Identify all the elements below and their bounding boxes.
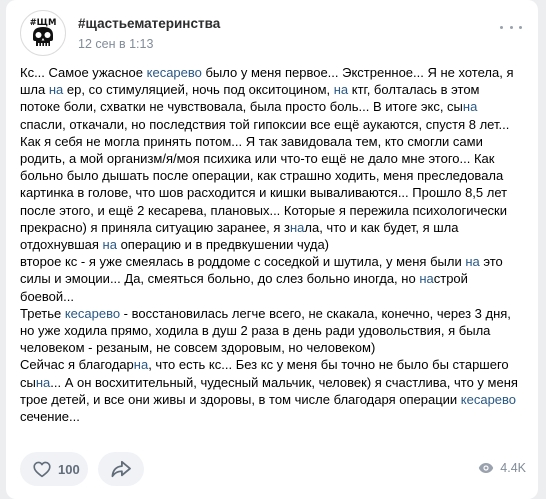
heart-icon — [33, 461, 51, 478]
highlighted-match: на — [333, 82, 349, 98]
eye-icon — [479, 463, 494, 473]
highlighted-match: на — [462, 99, 478, 115]
text-segment: Третье — [20, 305, 65, 321]
text-segment: Сейчас я благодар — [20, 357, 134, 373]
text-segment: спасли, откачали, но последствия той гип… — [20, 116, 510, 235]
post-card: #ЩМ #щастьематеринства 12 сен в 1:13 Кс.… — [6, 0, 538, 499]
highlighted-match: кесарево — [64, 305, 121, 321]
like-button[interactable]: 100 — [20, 452, 88, 486]
post-header: #ЩМ #щастьематеринства 12 сен в 1:13 — [20, 10, 528, 58]
share-button[interactable] — [98, 452, 144, 486]
skull-logo-icon[interactable]: #ЩМ — [20, 10, 66, 56]
post-date[interactable]: 12 сен в 1:13 — [78, 37, 153, 51]
logo-lettering: #ЩМ — [30, 18, 57, 28]
post-footer: 100 4.4K — [20, 452, 528, 488]
more-horizontal-icon[interactable] — [500, 18, 522, 36]
post-paragraph: Кс... Самое ужасное кесарево было у меня… — [20, 64, 522, 253]
highlighted-match: на — [102, 237, 117, 253]
author-name[interactable]: #щастьематеринства — [78, 16, 220, 31]
views-counter: 4.4K — [478, 461, 526, 475]
highlighted-match: на — [48, 82, 64, 98]
views-count: 4.4K — [500, 461, 526, 475]
highlighted-match: на — [35, 374, 51, 390]
text-segment: ... А он восхитительный, чудесный мальчи… — [20, 374, 518, 407]
highlighted-match: на — [289, 219, 305, 235]
highlighted-match: кесарево — [460, 391, 517, 407]
share-arrow-icon — [111, 460, 131, 478]
highlighted-match: на — [465, 254, 480, 270]
post-text: Кс... Самое ужасное кесарево было у меня… — [20, 64, 522, 425]
text-segment: ер, со стимуляцией, ночь под окситоцином… — [63, 82, 334, 98]
highlighted-match: на — [419, 271, 434, 287]
text-segment: Кс... Самое ужасное — [20, 65, 147, 80]
highlighted-match: на — [133, 357, 149, 373]
text-segment: второе кс - я уже смеялась в роддоме с с… — [20, 254, 466, 270]
text-segment: сечение... — [20, 409, 80, 425]
text-segment: операцию и в предвкушении чуда) — [116, 237, 329, 253]
like-count: 100 — [58, 461, 80, 477]
post-paragraph: Сейчас я благодарна, что есть кс... Без … — [20, 356, 522, 425]
post-paragraph: Третье кесарево - восстановилась легче в… — [20, 305, 522, 357]
post-paragraph: второе кс - я уже смеялась в роддоме с с… — [20, 253, 522, 305]
highlighted-match: кесарево — [146, 65, 202, 80]
